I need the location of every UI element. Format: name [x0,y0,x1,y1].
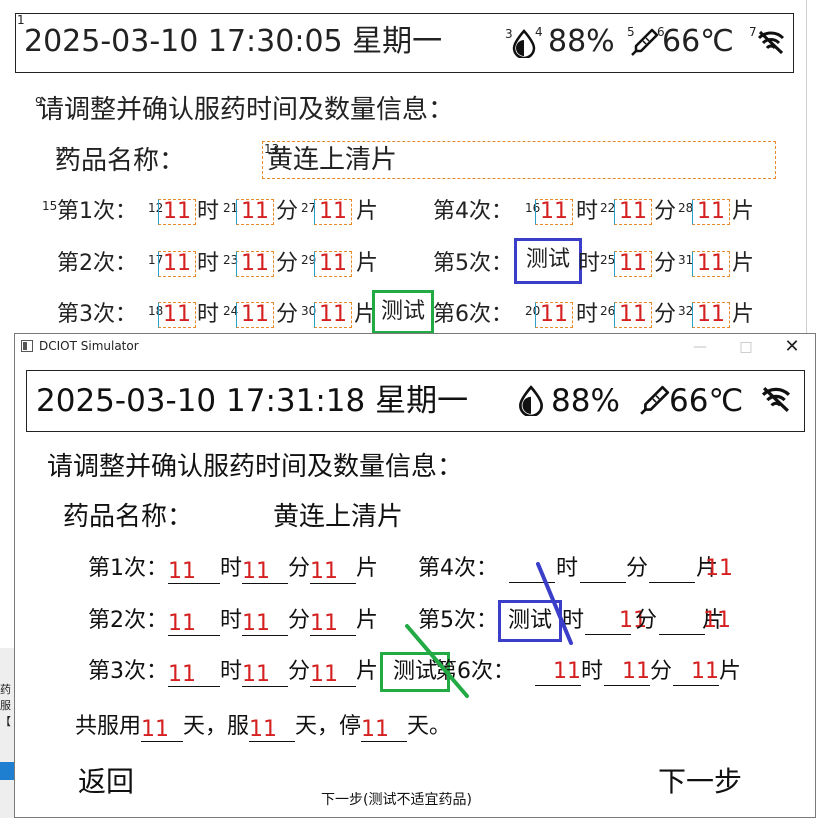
designer-row4-hour-field[interactable]: 11 [535,199,573,225]
designer-row3-num-field[interactable]: 11 [314,302,352,328]
piece-unit: 片 [732,302,755,327]
next-button[interactable]: 下一步 [658,765,742,799]
stop-text: 天，停 [295,714,362,739]
total-days-input[interactable]: 11 [141,715,184,742]
simulator-window: DCIOT Simulator — □ ✕ 2025-03-10 17:31:1… [14,333,816,818]
designer-row2-hour-field[interactable]: 11 [158,251,196,277]
piece-unit: 片 [356,251,379,276]
designer-row3-label: 第3次： [57,302,137,327]
annotation-strokes [405,562,573,698]
designer-test-green-box[interactable]: 测试 [372,290,434,334]
designer-row5-label: 第5次： [433,251,513,276]
piece-unit: 片 [356,199,379,224]
designer-row6-label: 第6次： [433,302,513,327]
end-text: 天。 [407,714,452,739]
thermometer-icon [631,28,659,56]
min-unit: 分 [654,251,677,276]
designer-prompt: 请调整并确认服药时间及数量信息： [38,95,455,125]
stop-days-input[interactable]: 11 [361,715,408,742]
designer-row3-min-field[interactable]: 11 [236,302,274,328]
designer-drug-name: 黄连上清片 [267,145,398,175]
designer-row2-label: 第2次： [57,251,137,276]
take-text: 天，服 [183,714,250,739]
hour-unit: 时 [576,199,599,224]
humidity-icon [512,29,536,58]
index-label: 25 [600,253,616,267]
designer-row3-hour-field[interactable]: 11 [158,302,196,328]
designer-drug-label: 药品名称： [55,146,186,176]
designer-row1-label: 第1次： [57,199,137,224]
piece-unit: 片 [732,199,755,224]
index-label: 31 [678,253,694,267]
min-unit: 分 [276,302,299,327]
piece-unit: 片 [732,251,755,276]
designer-row4-label: 第4次： [433,199,513,224]
total-days-row: 共服用11 天，服11 天，停11 天。 [75,712,451,742]
index-label: 15 [42,199,58,213]
designer-row6-hour-field[interactable]: 11 [535,302,573,328]
total-prefix: 共服用 [75,714,142,739]
next-note[interactable]: 下一步(测试不适宜药品) [321,791,472,809]
designer-row6-min-field[interactable]: 11 [614,302,652,328]
min-unit: 分 [276,251,299,276]
designer-row5-num-field[interactable]: 11 [692,251,730,277]
hour-unit: 时 [197,199,220,224]
index-label: 28 [678,201,694,215]
hour-unit: 时 [197,251,220,276]
min-unit: 分 [654,302,677,327]
designer-row4-min-field[interactable]: 11 [614,199,652,225]
min-unit: 分 [276,199,299,224]
designer-row1-num-field[interactable]: 11 [314,199,352,225]
back-button[interactable]: 返回 [78,765,134,799]
designer-row5-min-field[interactable]: 11 [614,251,652,277]
hour-unit: 时 [578,251,601,276]
designer-temperature: 66℃ [662,24,734,59]
hour-unit: 时 [197,302,220,327]
designer-row1-min-field[interactable]: 11 [236,199,274,225]
designer-test-blue-box[interactable]: 测试 [514,238,582,284]
designer-row6-num-field[interactable]: 11 [692,302,730,328]
hour-unit: 时 [576,302,599,327]
min-unit: 分 [654,199,677,224]
take-days-input[interactable]: 11 [249,715,296,742]
designer-row2-num-field[interactable]: 11 [314,251,352,277]
designer-row2-min-field[interactable]: 11 [236,251,274,277]
index-label: 26 [600,304,616,318]
designer-datetime: 2025-03-10 17:30:05 星期一 [24,24,443,59]
designer-humidity: 88% [548,24,615,59]
designer-row4-num-field[interactable]: 11 [692,199,730,225]
index-label: 32 [678,304,694,318]
wifi-off-icon [757,30,785,55]
designer-row1-hour-field[interactable]: 11 [158,199,196,225]
index-label: 22 [600,201,616,215]
